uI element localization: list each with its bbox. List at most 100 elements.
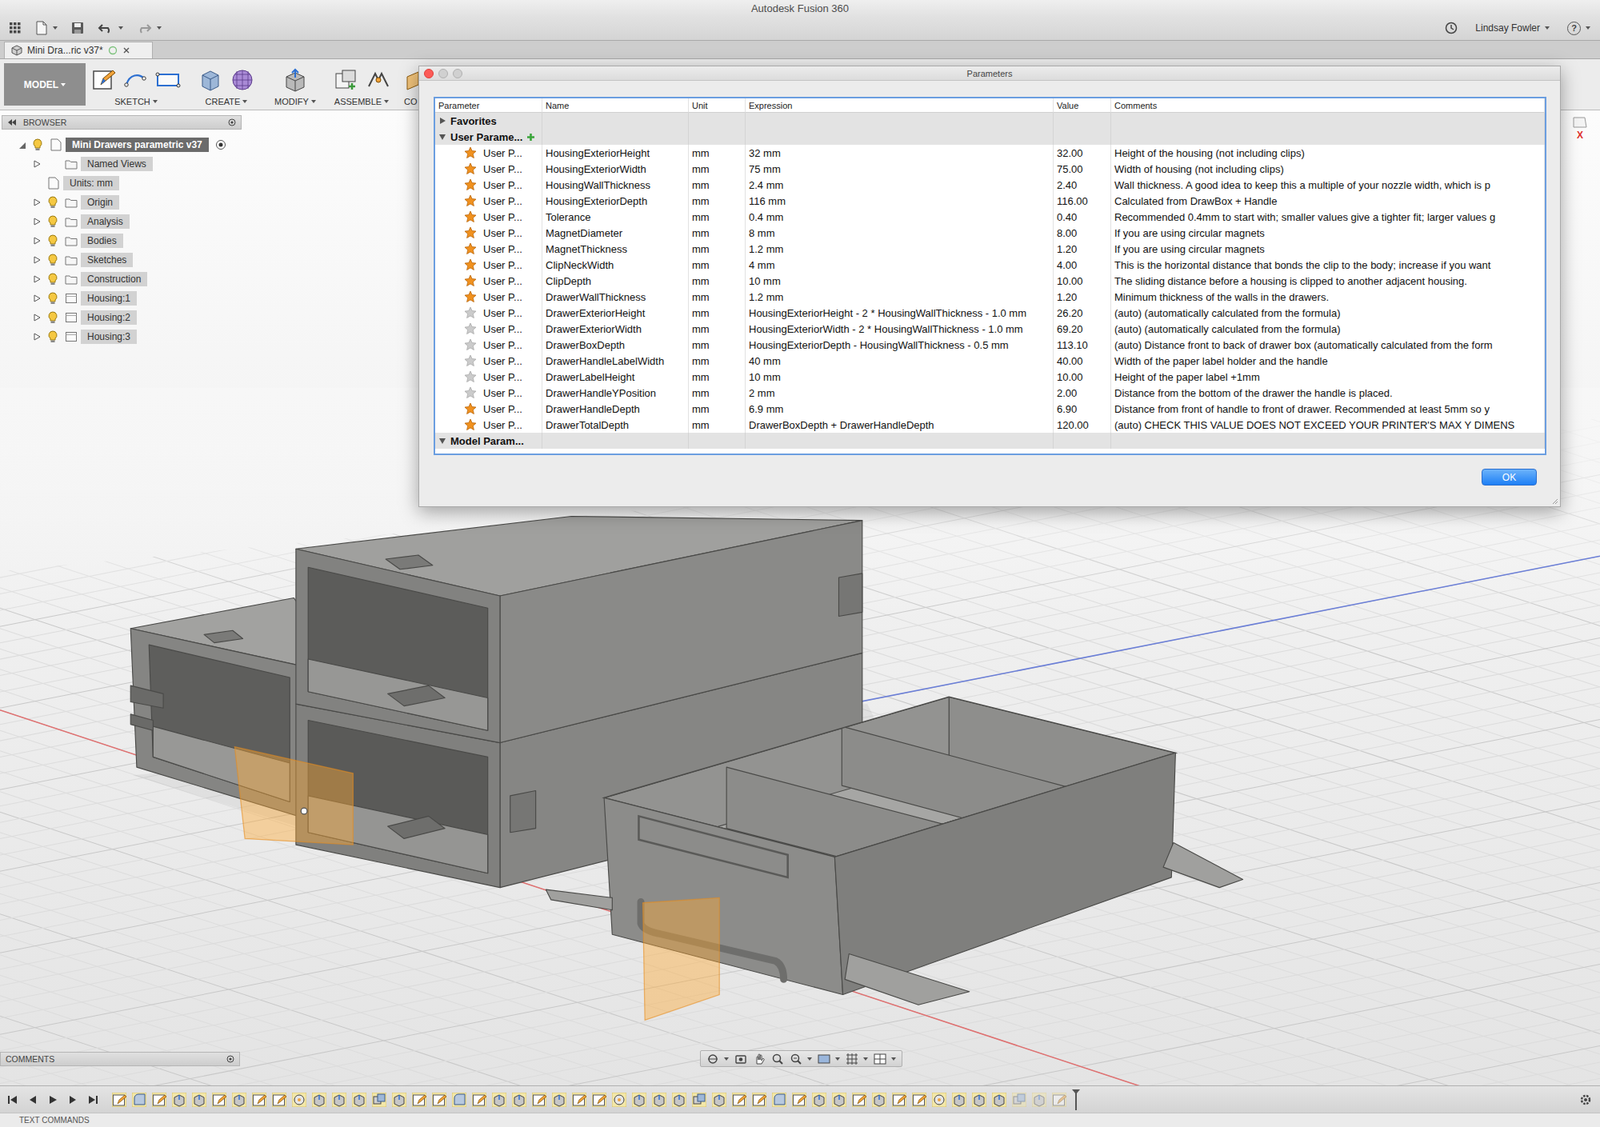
collapse-panel-icon[interactable]	[7, 118, 17, 127]
expander[interactable]	[14, 140, 29, 150]
expression-cell[interactable]: 40 mm	[745, 352, 1054, 369]
parameter-row[interactable]: User P...ClipNeckWidthmm4 mm4.00This is …	[435, 256, 1545, 273]
expression-cell[interactable]: 75 mm	[745, 160, 1054, 177]
expression-cell[interactable]: HousingExteriorWidth - 2 * HousingWallTh…	[745, 320, 1054, 337]
type-cell[interactable]: User P...	[435, 288, 543, 305]
pan-tool[interactable]	[752, 1052, 766, 1066]
text-commands-label[interactable]: TEXT COMMANDS	[19, 1116, 90, 1125]
timeline-extrude-icon[interactable]	[552, 1092, 567, 1108]
new-component-icon[interactable]	[332, 67, 359, 93]
expression-text[interactable]: 40 mm	[748, 355, 781, 368]
view-cube-axis-label[interactable]: X	[1576, 129, 1584, 141]
collapsed-arrow-icon[interactable]	[438, 116, 447, 125]
help-button[interactable]: ?	[1567, 21, 1581, 36]
workspace-label[interactable]: MODEL	[24, 79, 59, 91]
group-cell[interactable]: Model Param...	[435, 432, 543, 449]
name-cell[interactable]: HousingWallThickness	[542, 176, 689, 193]
name-text[interactable]: MagnetDiameter	[545, 227, 623, 240]
expression-cell[interactable]: 1.2 mm	[745, 240, 1054, 257]
expression-text[interactable]: 10 mm	[748, 371, 781, 384]
expression-cell[interactable]: 4 mm	[745, 256, 1054, 273]
name-cell[interactable]: HousingExteriorWidth	[542, 160, 689, 177]
parameter-row[interactable]: User P...DrawerHandleLabelWidthmm40 mm40…	[435, 352, 1545, 369]
step-forward-icon[interactable]	[66, 1093, 80, 1107]
parameter-row[interactable]: User P...DrawerWallThicknessmm1.2 mm1.20…	[435, 288, 1545, 305]
column-header[interactable]: Expression	[745, 98, 1054, 113]
visibility[interactable]	[28, 138, 47, 152]
timeline-sketch-icon[interactable]	[432, 1092, 447, 1108]
unit-cell[interactable]: mm	[688, 352, 746, 369]
name-text[interactable]: DrawerExteriorHeight	[545, 307, 645, 320]
parameter-row[interactable]: User P...HousingExteriorDepthmm116 mm116…	[435, 192, 1545, 209]
create-group[interactable]: CREATE	[192, 59, 261, 110]
collapsed-arrow-icon[interactable]	[32, 332, 42, 342]
expression-cell[interactable]: 8 mm	[745, 224, 1054, 241]
view-cube-icon[interactable]	[1572, 116, 1588, 128]
name-cell[interactable]: DrawerBoxDepth	[542, 336, 689, 353]
visibility[interactable]	[44, 272, 62, 286]
name-cell[interactable]: DrawerWallThickness	[542, 288, 689, 305]
column-title[interactable]: Name	[545, 100, 569, 111]
timeline-sketch-icon[interactable]	[572, 1092, 587, 1108]
light-bulb-icon[interactable]	[47, 272, 59, 286]
parameter-row[interactable]: User P...DrawerHandleYPositionmm2 mm2.00…	[435, 384, 1545, 401]
form-icon[interactable]	[229, 67, 256, 93]
close-tab-icon[interactable]	[122, 46, 131, 55]
viewports-tool[interactable]	[873, 1052, 896, 1066]
timeline-sketch-icon[interactable]	[732, 1092, 747, 1108]
unit-cell[interactable]: mm	[688, 320, 746, 337]
name-cell[interactable]: DrawerExteriorHeight	[542, 304, 689, 321]
group-label[interactable]: MODIFY	[274, 96, 316, 107]
browser-item-label[interactable]: Analysis	[80, 214, 130, 229]
expression-cell[interactable]: 0.4 mm	[745, 208, 1054, 225]
comment-cell[interactable]: Height of the housing (not including cli…	[1111, 144, 1545, 161]
parameter-row[interactable]: User P...HousingWallThicknessmm2.4 mm2.4…	[435, 176, 1545, 193]
comment-cell[interactable]: Minimum thickness of the walls in the dr…	[1111, 288, 1545, 305]
favorite-star-icon[interactable]	[464, 322, 477, 336]
dropdown-caret-icon[interactable]	[724, 1057, 729, 1061]
dropdown-caret-icon[interactable]	[242, 100, 248, 104]
name-cell[interactable]: ClipNeckWidth	[542, 256, 689, 273]
comment-cell[interactable]: (auto) (automatically calculated from th…	[1111, 304, 1545, 321]
timeline-sketch-icon[interactable]	[212, 1092, 227, 1108]
light-bulb-icon[interactable]	[47, 215, 59, 228]
dropdown-caret-icon[interactable]	[835, 1057, 840, 1061]
column-header[interactable]: Unit	[688, 98, 746, 113]
display-settings-icon[interactable]	[817, 1052, 831, 1066]
comment-text[interactable]: (auto) Distance front to back of drawer …	[1114, 339, 1493, 352]
comment-text[interactable]: Minimum thickness of the walls in the dr…	[1114, 291, 1329, 304]
expander[interactable]	[29, 197, 44, 208]
viewports-icon[interactable]	[873, 1052, 887, 1066]
type-cell[interactable]: User P...	[435, 160, 543, 177]
comment-text[interactable]: Height of the paper label +1mm	[1114, 371, 1260, 384]
dropdown-caret-icon[interactable]	[152, 100, 158, 104]
dropdown-caret-icon[interactable]	[384, 100, 389, 104]
expression-text[interactable]: 116 mm	[748, 195, 786, 208]
parameter-row[interactable]: User P...DrawerExteriorHeightmmHousingEx…	[435, 304, 1545, 321]
press-pull-icon[interactable]	[282, 67, 308, 93]
modify-group[interactable]: MODIFY	[267, 59, 324, 110]
comment-cell[interactable]: If you are using circular magnets	[1111, 240, 1545, 257]
name-cell[interactable]: DrawerLabelHeight	[542, 368, 689, 385]
group-label[interactable]: User Parame...	[450, 131, 523, 144]
look-at-tool[interactable]	[734, 1052, 748, 1066]
comment-text[interactable]: If you are using circular magnets	[1114, 227, 1265, 240]
type-cell[interactable]: User P...	[435, 208, 543, 225]
type-cell[interactable]: User P...	[435, 416, 543, 433]
expression-cell[interactable]: 32 mm	[745, 144, 1054, 161]
browser-item[interactable]: Units: mm	[1, 173, 242, 193]
look-at-icon[interactable]	[734, 1052, 748, 1066]
parameter-row[interactable]: User P...HousingExteriorWidthmm75 mm75.0…	[435, 160, 1545, 177]
timeline-sketch-icon[interactable]	[532, 1092, 547, 1108]
comment-text[interactable]: Width of the paper label holder and the …	[1114, 355, 1328, 368]
timeline-sketch-icon[interactable]	[272, 1092, 287, 1108]
redo-icon[interactable]	[136, 21, 152, 35]
type-cell[interactable]: User P...	[435, 176, 543, 193]
browser-item-label[interactable]: Units: mm	[63, 176, 120, 191]
timeline-settings[interactable]	[1579, 1093, 1600, 1107]
light-bulb-icon[interactable]	[32, 138, 44, 152]
unit-cell[interactable]: mm	[688, 384, 746, 401]
name-text[interactable]: ClipNeckWidth	[545, 259, 614, 272]
visibility[interactable]	[44, 311, 62, 324]
timeline-sketch-icon[interactable]	[892, 1092, 907, 1108]
